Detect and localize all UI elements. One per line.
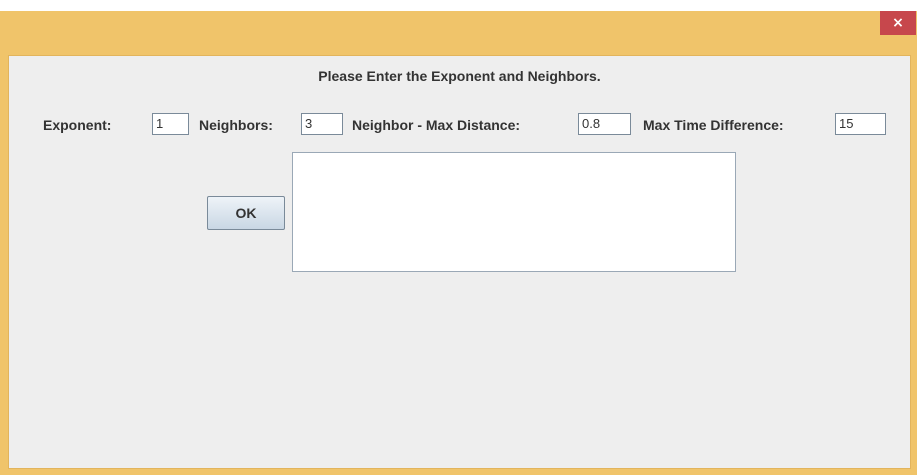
exponent-label: Exponent: [43, 117, 112, 133]
neighbors-field[interactable]: 3 [301, 113, 343, 135]
max-time-difference-field[interactable]: 15 [835, 113, 886, 135]
output-text-area[interactable] [292, 152, 736, 272]
close-button[interactable]: × [880, 11, 916, 35]
max-distance-field[interactable]: 0.8 [578, 113, 631, 135]
exponent-field[interactable]: 1 [152, 113, 189, 135]
ok-button[interactable]: OK [207, 196, 285, 230]
dialog-window: × Please Enter the Exponent and Neighbor… [0, 11, 917, 475]
dialog-content: Please Enter the Exponent and Neighbors.… [8, 55, 911, 469]
max-distance-label: Neighbor - Max Distance: [352, 117, 521, 133]
neighbors-label: Neighbors: [199, 117, 273, 133]
title-bar[interactable]: × [0, 11, 917, 55]
max-time-difference-label: Max Time Difference: [643, 117, 784, 133]
close-icon: × [892, 15, 904, 31]
dialog-heading: Please Enter the Exponent and Neighbors. [318, 68, 601, 84]
